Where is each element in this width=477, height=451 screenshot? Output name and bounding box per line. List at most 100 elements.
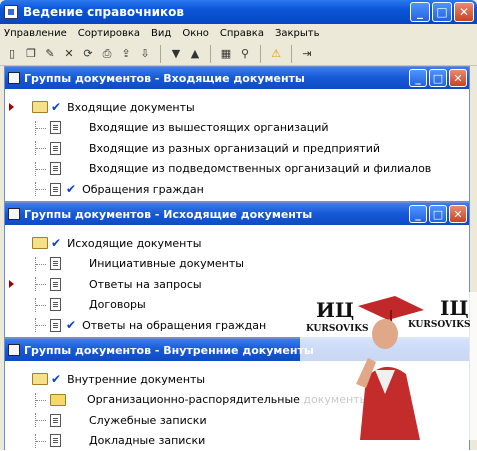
- check-icon: ✔: [51, 100, 61, 114]
- tree-row-label: Договоры: [89, 298, 146, 311]
- tree-row[interactable]: Входящие из разных организаций и предпри…: [5, 138, 469, 159]
- warning-icon[interactable]: ⚠: [268, 46, 284, 62]
- tree-row-label: Ответы на запросы: [89, 278, 202, 291]
- open-folder-icon: [32, 237, 48, 249]
- tree-branch: [35, 413, 47, 427]
- document-icon: [50, 142, 61, 155]
- menu-item-window[interactable]: Окно: [182, 28, 209, 39]
- delete-icon[interactable]: ✕: [61, 46, 77, 62]
- folder-icon: [50, 394, 66, 406]
- new-icon[interactable]: ▯: [4, 46, 20, 62]
- panel-titlebar[interactable]: Группы документов - Входящие документы _…: [5, 67, 469, 89]
- tree-row-label: Входящие документы: [67, 101, 195, 114]
- tree-row[interactable]: Инициативные документы: [5, 254, 469, 275]
- current-row-marker: [9, 280, 14, 288]
- tree-branch: [35, 141, 47, 155]
- document-icon: [50, 183, 61, 196]
- document-icon: [50, 434, 61, 447]
- app-icon: [4, 5, 18, 19]
- window-title: Ведение справочников: [23, 5, 184, 19]
- check-icon: ✔: [51, 236, 61, 250]
- toolbar-separator: [210, 45, 211, 63]
- maximize-button[interactable]: □: [432, 2, 452, 22]
- tree-branch: [35, 318, 47, 332]
- print-icon[interactable]: ⎙: [99, 46, 115, 62]
- export-icon[interactable]: ⇪: [118, 46, 134, 62]
- document-icon: [50, 298, 61, 311]
- toolbar-separator: [260, 45, 261, 63]
- tree-row-label: Служебные записки: [89, 414, 207, 427]
- tree-branch: [35, 162, 47, 176]
- close-button[interactable]: ✕: [449, 205, 467, 223]
- document-icon: [50, 414, 61, 427]
- copy-icon[interactable]: ❐: [23, 46, 39, 62]
- check-icon: ✔: [51, 372, 61, 386]
- tree-branch: [35, 257, 47, 271]
- document-icon: [50, 121, 61, 134]
- document-icon: [50, 278, 61, 291]
- tree-row-label: Входящие из вышестоящих организаций: [89, 121, 329, 134]
- close-button[interactable]: ✕: [454, 2, 474, 22]
- exit-icon[interactable]: ⇥: [299, 46, 315, 62]
- panel-icon: [8, 72, 20, 84]
- tree-branch: [35, 277, 47, 291]
- panel-title: Группы документов - Внутренние документы: [24, 344, 314, 357]
- toolbar-separator: [160, 45, 161, 63]
- menu-item-help[interactable]: Справка: [220, 28, 264, 39]
- menu-item-view[interactable]: Вид: [151, 28, 171, 39]
- maximize-button[interactable]: □: [429, 205, 447, 223]
- tree-row-label: Инициативные документы: [89, 257, 244, 270]
- move-up-icon[interactable]: ▲: [187, 46, 203, 62]
- close-button[interactable]: ✕: [449, 69, 467, 87]
- tree-row-label: Обращения граждан: [82, 183, 204, 196]
- tree-row-label: Входящие из разных организаций и предпри…: [89, 142, 380, 155]
- tree-row-label: Входящие из подведомственных организаций…: [89, 162, 431, 175]
- watermark: ИЦ KURSOVIKS IЦ KURSOVIKS: [300, 292, 477, 440]
- document-icon: [50, 257, 61, 270]
- tree-branch: [35, 434, 47, 448]
- move-down-icon[interactable]: ▼: [168, 46, 184, 62]
- tree-branch: [35, 182, 47, 196]
- minimize-button[interactable]: _: [409, 69, 427, 87]
- tree-row-label: Исходящие документы: [67, 237, 201, 250]
- minimize-button[interactable]: _: [409, 205, 427, 223]
- menu-item-sort[interactable]: Сортировка: [78, 28, 140, 39]
- toolbar-separator: [291, 45, 292, 63]
- menu-bar: Управление Сортировка Вид Окно Справка З…: [0, 24, 477, 42]
- menu-item-close[interactable]: Закрыть: [275, 28, 320, 39]
- panel-title: Группы документов - Исходящие документы: [24, 208, 312, 221]
- tree-row-label: Внутренние документы: [67, 373, 205, 386]
- tree-row[interactable]: Входящие из подведомственных организаций…: [5, 159, 469, 180]
- main-window: Ведение справочников _ □ ✕ Управление Со…: [0, 0, 477, 450]
- panel-titlebar[interactable]: Группы документов - Исходящие документы …: [5, 203, 469, 225]
- tree-branch: [35, 298, 47, 312]
- import-icon[interactable]: ⇩: [137, 46, 153, 62]
- tree-row[interactable]: Входящие из вышестоящих организаций: [5, 118, 469, 139]
- panel-title: Группы документов - Входящие документы: [24, 72, 305, 85]
- graduate-figure: [300, 292, 477, 440]
- menu-item-manage[interactable]: Управление: [4, 28, 67, 39]
- check-icon: ✔: [66, 182, 76, 196]
- refresh-icon[interactable]: ⟳: [80, 46, 96, 62]
- open-folder-icon: [32, 101, 48, 113]
- grid-icon[interactable]: ▦: [218, 46, 234, 62]
- current-row-marker: [9, 103, 14, 111]
- minimize-button[interactable]: _: [410, 2, 430, 22]
- edit-icon[interactable]: ✎: [42, 46, 58, 62]
- check-icon: ✔: [66, 318, 76, 332]
- open-folder-icon: [32, 373, 48, 385]
- find-icon[interactable]: ⚲: [237, 46, 253, 62]
- tree-row[interactable]: ✔ Исходящие документы: [5, 233, 469, 254]
- tree-row[interactable]: ✔ Входящие документы: [5, 97, 469, 118]
- document-icon: [50, 162, 61, 175]
- panel-icon: [8, 208, 20, 220]
- document-icon: [50, 319, 61, 332]
- panel-incoming: Группы документов - Входящие документы _…: [4, 66, 470, 202]
- tree-row-label: Ответы на обращения граждан: [82, 319, 266, 332]
- panel-icon: [8, 344, 20, 356]
- toolbar: ▯ ❐ ✎ ✕ ⟳ ⎙ ⇪ ⇩ ▼ ▲ ▦ ⚲ ⚠ ⇥: [0, 42, 477, 66]
- maximize-button[interactable]: □: [429, 69, 447, 87]
- tree-branch: [35, 393, 47, 407]
- tree-row[interactable]: ✔ Обращения граждан: [5, 179, 469, 200]
- window-titlebar[interactable]: Ведение справочников _ □ ✕: [0, 0, 477, 24]
